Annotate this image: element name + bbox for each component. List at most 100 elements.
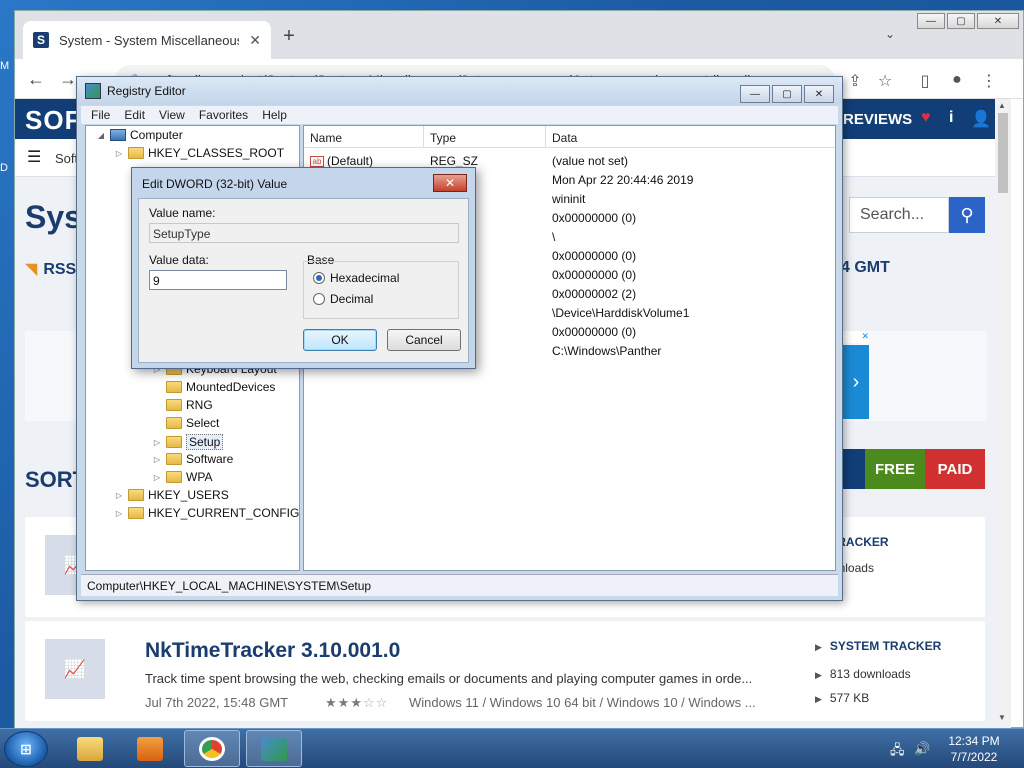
taskbar-regedit[interactable]	[246, 730, 302, 767]
string-value-icon: ab	[310, 156, 324, 168]
tree-node[interactable]: ▷ HKEY_CURRENT_CONFIG	[114, 506, 299, 520]
hamburger-menu-icon[interactable]: ☰	[27, 147, 41, 167]
maximize-button[interactable]: ▢	[947, 13, 975, 29]
back-arrow-icon[interactable]: ←	[25, 69, 47, 90]
tree-node[interactable]: ▷ HKEY_USERS	[114, 488, 229, 502]
column-header-name[interactable]: Name	[304, 126, 424, 148]
tab-close-icon[interactable]: ✕	[249, 32, 261, 49]
regedit-menubar: File Edit View Favorites Help	[81, 106, 838, 124]
profile-icon[interactable]: ●	[947, 71, 967, 89]
tree-node-label: Setup	[186, 434, 224, 450]
volume-icon[interactable]: 🔊	[914, 741, 930, 757]
filter-paid-segment[interactable]: PAID	[925, 449, 985, 489]
taskbar-media-player[interactable]	[122, 730, 178, 767]
new-tab-button[interactable]: +	[277, 25, 301, 48]
ad-close-icon[interactable]: ✕	[843, 331, 869, 343]
menu-favorites[interactable]: Favorites	[199, 108, 248, 122]
tree-node[interactable]: ◢ Computer	[96, 128, 183, 142]
star-filled-icon: ★	[337, 695, 351, 710]
dialog-close-button[interactable]: ✕	[433, 174, 467, 192]
card-title[interactable]: NkTimeTracker 3.10.001.0	[145, 639, 400, 663]
timestamp-text: 4 GMT	[841, 259, 890, 276]
scroll-up-icon[interactable]: ▲	[998, 101, 1006, 110]
chevron-right-icon: ▶	[815, 670, 822, 680]
radio-decimal[interactable]: Decimal	[313, 292, 373, 306]
subnav-link[interactable]: Soft	[55, 151, 78, 166]
tree-expander-icon[interactable]: ▷	[152, 473, 162, 482]
cancel-button[interactable]: Cancel	[387, 329, 461, 351]
tree-node[interactable]: Select	[152, 416, 219, 430]
value-data: Mon Apr 22 20:44:46 2019	[552, 173, 694, 187]
card-downloads: ▶ 813 downloads	[815, 667, 911, 681]
ok-button[interactable]: OK	[303, 329, 377, 351]
tree-node[interactable]: ▷ HKEY_CLASSES_ROOT	[114, 146, 284, 160]
radio-hexadecimal[interactable]: Hexadecimal	[313, 271, 399, 285]
rss-link[interactable]: ◥ RSS	[25, 259, 76, 279]
folder-icon	[128, 489, 144, 501]
start-button[interactable]: ⊞	[4, 731, 48, 767]
heart-icon[interactable]: ♥	[921, 109, 931, 127]
taskbar-explorer[interactable]	[62, 730, 118, 767]
close-button[interactable]: ✕	[977, 13, 1019, 29]
value-data-input[interactable]: 9	[149, 270, 287, 290]
browser-tab[interactable]: S System - System Miscellaneous D ✕	[23, 21, 271, 59]
page-scrollbar[interactable]: ▲ ▼	[995, 99, 1011, 729]
network-icon[interactable]: 🖧	[890, 741, 905, 763]
taskbar-chrome[interactable]	[184, 730, 240, 767]
value-name[interactable]: ab (Default)	[310, 154, 373, 168]
card-category[interactable]: ▶ SYSTEM TRACKER	[815, 639, 941, 653]
value-data-label: Value data:	[149, 253, 209, 267]
minimize-button[interactable]: —	[740, 85, 770, 103]
tab-search-icon[interactable]: ⌄	[885, 27, 895, 41]
value-data: wininit	[552, 192, 586, 206]
value-name-text: (Default)	[327, 154, 374, 168]
reviews-link[interactable]: REVIEWS	[843, 111, 912, 128]
radio-hexadecimal-dot[interactable]	[313, 272, 325, 284]
tree-expander-icon[interactable]: ▷	[152, 455, 162, 464]
user-icon[interactable]: 👤	[971, 109, 991, 129]
menu-edit[interactable]: Edit	[124, 108, 145, 122]
maximize-button[interactable]: ▢	[772, 85, 802, 103]
share-icon[interactable]: ⇪	[845, 71, 865, 91]
radio-decimal-dot[interactable]	[313, 293, 325, 305]
computer-icon	[110, 129, 126, 141]
scroll-down-icon[interactable]: ▼	[998, 713, 1006, 722]
tree-node[interactable]: MountedDevices	[152, 380, 275, 394]
search-button[interactable]: ⚲	[949, 197, 985, 233]
scrollbar-thumb[interactable]	[998, 113, 1008, 193]
column-header-data[interactable]: Data	[546, 126, 835, 148]
chart-thumbnail-icon: 📈	[45, 639, 105, 699]
status-bar: Computer\HKEY_LOCAL_MACHINE\SYSTEM\Setup	[81, 574, 838, 596]
tree-node[interactable]: ▷ Software	[152, 452, 233, 466]
menu-dots-icon[interactable]: ⋮	[979, 71, 999, 91]
tree-expander-icon[interactable]: ◢	[96, 131, 106, 140]
minimize-button[interactable]: —	[917, 13, 945, 29]
system-clock[interactable]: 12:34 PM 7/7/2022	[942, 733, 1006, 765]
folder-icon	[166, 436, 182, 448]
ad-arrow-icon[interactable]: ›	[843, 345, 869, 419]
tree-expander-icon[interactable]: ▷	[114, 149, 124, 158]
side-panel-icon[interactable]: ▯	[915, 71, 935, 91]
star-empty-icon: ☆	[362, 695, 376, 710]
value-data: \	[552, 230, 556, 244]
filter-free-segment[interactable]: FREE	[865, 449, 925, 489]
tree-node[interactable]: RNG	[152, 398, 213, 412]
dialog-body: Value name: SetupType Value data: 9 Base…	[138, 198, 469, 363]
column-header-type[interactable]: Type	[424, 126, 546, 148]
tree-expander-icon[interactable]: ▷	[114, 491, 124, 500]
tree-node[interactable]: ▷ Setup	[152, 434, 224, 450]
info-icon[interactable]: i	[949, 109, 953, 127]
software-card[interactable]: 📈 NkTimeTracker 3.10.001.0 Track time sp…	[25, 621, 985, 721]
close-button[interactable]: ✕	[804, 85, 834, 103]
browser-window-controls: — ▢ ✕	[917, 13, 1019, 29]
tree-expander-icon[interactable]: ▷	[114, 509, 124, 518]
menu-file[interactable]: File	[91, 108, 110, 122]
value-data: 0x00000000 (0)	[552, 268, 637, 282]
site-search-input[interactable]: Search...	[849, 197, 949, 233]
regedit-titlebar[interactable]: Registry Editor	[77, 77, 842, 105]
tree-node[interactable]: ▷ WPA	[152, 470, 213, 484]
tree-expander-icon[interactable]: ▷	[152, 438, 162, 447]
menu-help[interactable]: Help	[262, 108, 287, 122]
bookmark-star-icon[interactable]: ☆	[875, 71, 895, 91]
menu-view[interactable]: View	[159, 108, 185, 122]
